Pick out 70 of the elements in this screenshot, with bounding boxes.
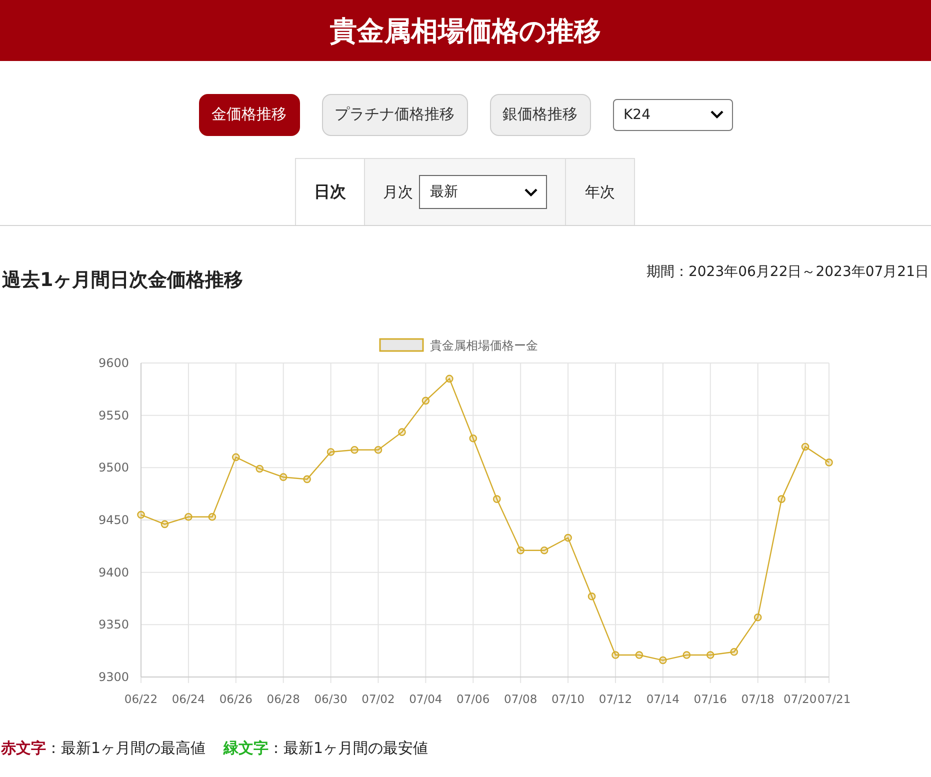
y-tick-label: 9400 [98,565,129,580]
data-point [516,546,524,554]
x-tick-label: 06/22 [124,692,158,706]
period-tab[interactable]: 年次 [565,158,635,225]
data-point [492,495,501,503]
data-point [256,464,264,473]
period-text: 期間：2023年06月22日～2023年07月21日 [646,263,929,281]
x-tick-label: 07/21 [818,692,851,706]
data-point [422,396,430,405]
chevron-icon [524,188,538,196]
metal-button[interactable]: 金価格推移 [198,94,300,136]
x-tick-label: 07/20 [784,692,817,706]
legend-note: 赤文字：最新1ヶ月間の最高値 [1,739,206,758]
page-title: 貴金属相場価格の推移 [330,14,601,48]
data-point [682,651,691,659]
x-tick-label: 07/12 [598,692,632,706]
y-tick-label: 9600 [98,356,129,370]
data-point [303,475,311,484]
data-point [279,473,288,481]
x-tick-label: 06/24 [172,692,206,706]
data-point [706,651,714,659]
data-point [754,613,762,622]
data-point [612,651,620,659]
data-point [398,428,406,436]
y-tick-label: 9500 [98,460,129,475]
section-title: 過去1ヶ月間日次金価格推移 [2,268,244,293]
legend-label[interactable]: 貴金属相場価格ー金 [430,338,538,352]
data-point [160,520,169,528]
x-tick-label: 07/02 [362,692,395,706]
y-tick-label: 9550 [98,408,129,422]
data-point [635,651,644,659]
x-tick-label: 07/10 [551,692,585,706]
data-point [564,534,572,542]
month-select[interactable]: 最新 [419,175,547,209]
data-point [540,546,548,554]
data-point [137,510,145,519]
x-tick-label: 07/04 [409,692,442,706]
data-point [232,453,240,462]
data-point [801,442,810,451]
x-tick-label: 07/14 [646,692,680,706]
legend-note: 緑文字：最新1ヶ月間の最安値 [224,739,428,758]
y-tick-label: 9350 [98,618,129,632]
x-tick-label: 07/06 [456,692,490,706]
data-point [446,374,454,383]
legend-swatch [379,338,424,352]
x-tick-label: 07/08 [504,692,538,706]
data-point [350,446,358,454]
y-tick-label: 9450 [98,513,129,527]
chevron-icon [710,110,724,119]
x-tick-label: 06/28 [266,692,300,706]
data-point [326,448,335,456]
data-point [730,648,738,656]
data-point [778,495,786,503]
x-tick-label: 07/16 [694,692,727,706]
data-point [208,512,216,521]
data-point [659,656,667,664]
data-point [825,458,833,466]
period-tab-label[interactable]: 月次 [383,182,413,202]
x-tick-label: 06/30 [314,692,348,706]
data-point [588,592,596,600]
metal-button[interactable]: 銀価格推移 [490,94,590,136]
purity-select[interactable]: K24 [612,98,732,130]
x-tick-label: 07/18 [741,692,774,706]
data-point [469,434,478,442]
data-point [184,512,192,521]
period-tab[interactable]: 日次 [295,158,365,225]
metal-button[interactable]: プラチナ価格推移 [322,94,468,136]
data-point [374,446,382,454]
y-tick-label: 9300 [98,670,129,684]
x-tick-label: 06/26 [219,692,252,706]
